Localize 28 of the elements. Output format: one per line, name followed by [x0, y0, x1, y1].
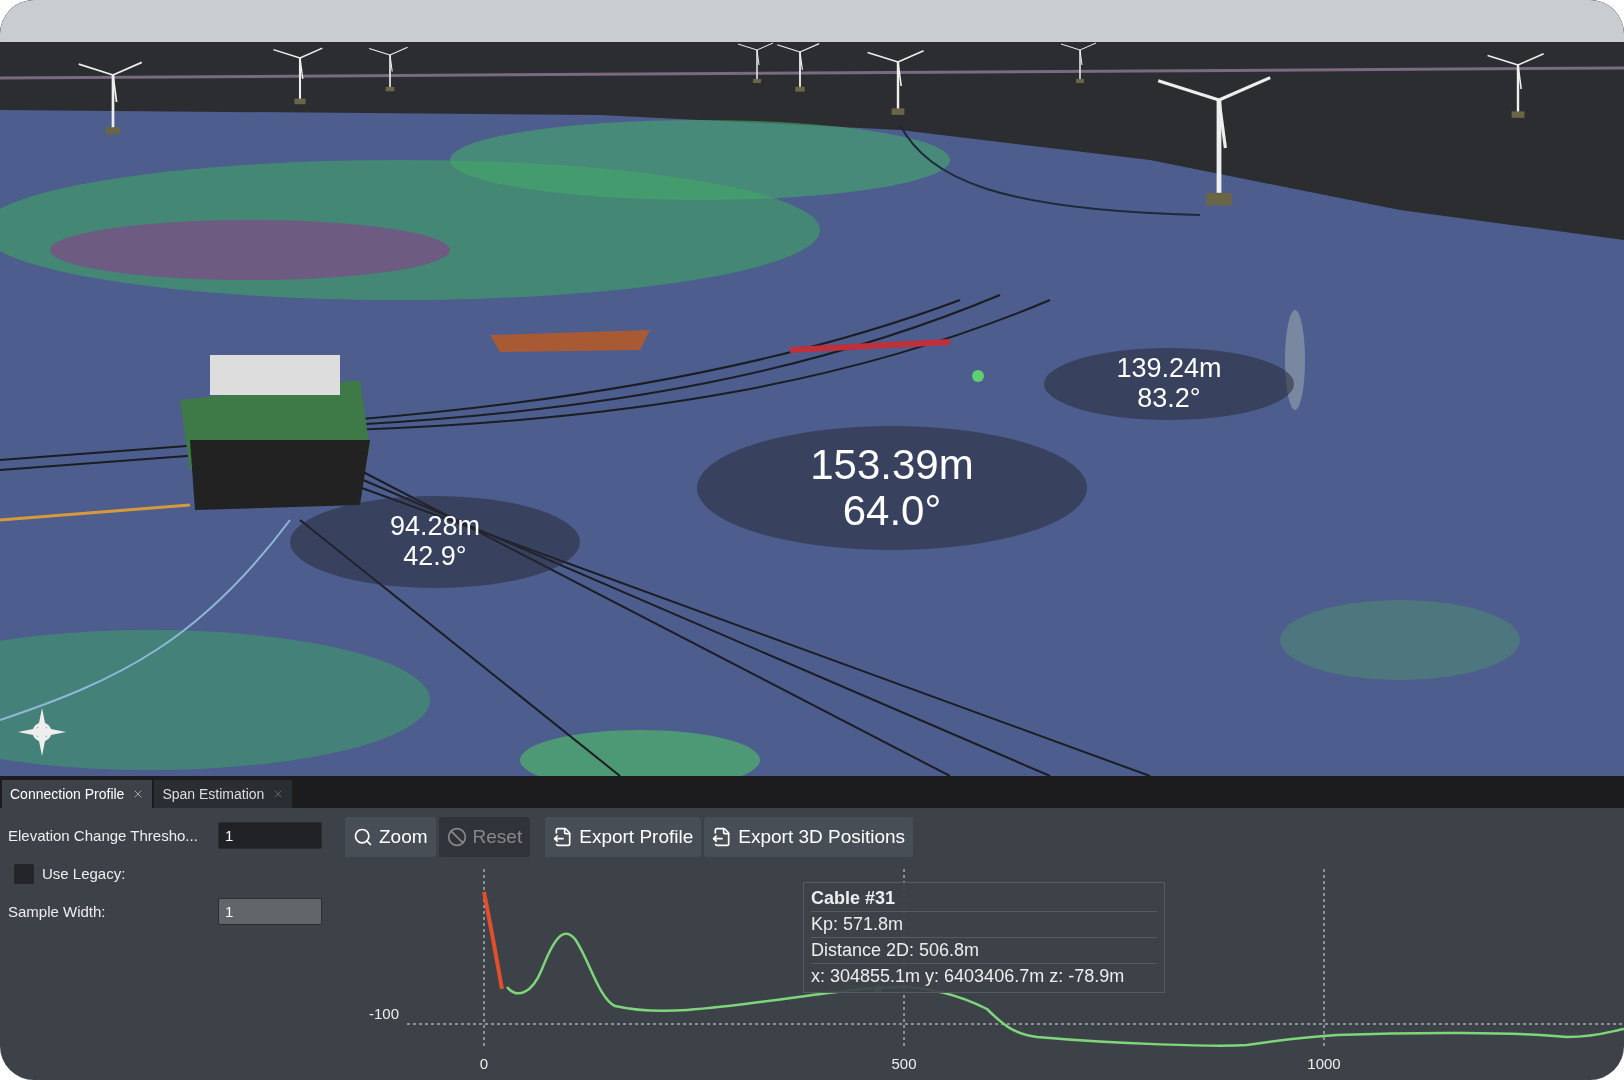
- tooltip-line: Distance 2D: 506.8m: [811, 938, 1157, 964]
- distance-label: 153.39m: [810, 441, 974, 488]
- distance-label: 139.24m: [1116, 354, 1222, 384]
- axis-tick-label: -100: [369, 1005, 400, 1022]
- axis-tick-label: 1000: [1307, 1055, 1341, 1072]
- tooltip-title: Cable #31: [811, 886, 1157, 912]
- threshold-label: Elevation Change Thresho...: [8, 827, 199, 844]
- toolbar-button[interactable]: Export Profile: [545, 817, 702, 857]
- tooltip-line: Kp: 571.8m: [811, 912, 1157, 938]
- angle-label: 64.0°: [842, 488, 942, 535]
- axis-tick-label: 500: [891, 1055, 917, 1072]
- file-export-icon: [553, 827, 574, 847]
- axis-tick-label: 0: [479, 1055, 489, 1072]
- angle-label: 83.2°: [1137, 384, 1201, 414]
- angle-label: 42.9°: [403, 542, 467, 572]
- legacy-label: Use Legacy:: [42, 865, 127, 882]
- toolbar-button[interactable]: Zoom: [345, 817, 436, 857]
- panel-tab[interactable]: Connection Profile: [2, 780, 153, 808]
- legacy-checkbox[interactable]: [14, 863, 34, 884]
- search-icon: [353, 827, 373, 847]
- circle-slash-icon: [446, 827, 467, 847]
- distance-label: 94.28m: [389, 512, 481, 542]
- sample-width-label: Sample Width:: [8, 903, 107, 920]
- toolbar-button[interactable]: Export 3D Positions: [704, 817, 914, 857]
- threshold-input[interactable]: 1: [218, 822, 322, 849]
- tooltip-line: x: 304855.1m y: 6403406.7m z: -78.9m: [811, 965, 1126, 988]
- panel-tab[interactable]: Span Estimation: [154, 780, 293, 808]
- file-export-icon: [712, 827, 733, 847]
